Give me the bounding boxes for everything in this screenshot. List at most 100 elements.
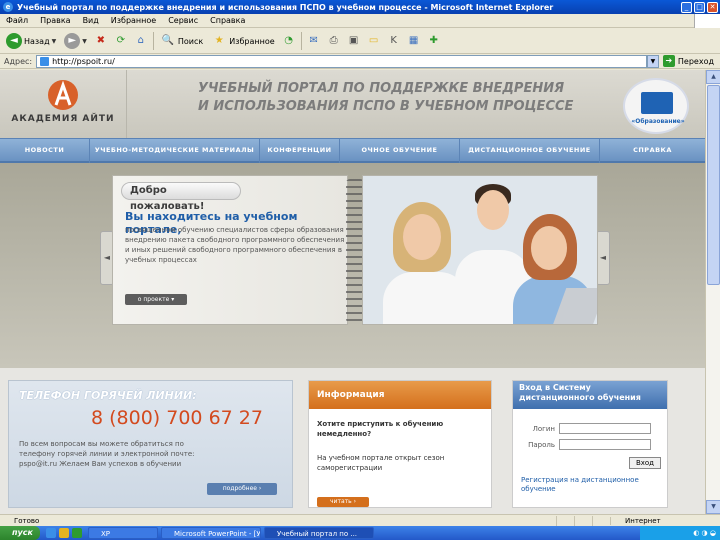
status-zone: Интернет: [610, 516, 720, 525]
back-label: Назад: [24, 36, 50, 46]
academy-logo[interactable]: АКАДЕМИЯ АЙТИ: [8, 74, 118, 134]
info-title: Информация: [309, 381, 491, 409]
login-input[interactable]: [559, 423, 651, 434]
more-button[interactable]: подробнее ›: [207, 483, 277, 495]
status-bar: Готово Интернет: [0, 514, 720, 526]
windows-logo: [694, 14, 720, 28]
menu-help[interactable]: Справка: [210, 16, 245, 25]
book-left-page: Добро пожаловать! Вы находитесь на учебн…: [112, 175, 348, 325]
hero-book: Добро пожаловать! Вы находитесь на учебн…: [112, 175, 598, 327]
address-label: Адрес:: [4, 56, 33, 66]
address-input[interactable]: http://pspoit.ru/: [36, 54, 647, 68]
main-nav: НОВОСТИ УЧЕБНО-МЕТОДИЧЕСКИЕ МАТЕРИАЛЫ КО…: [0, 137, 705, 163]
education-badge: «Образование»: [623, 78, 689, 134]
favorites-button[interactable]: ★ Избранное: [209, 31, 276, 51]
window-title: Учебный портал по поддержке внедрения и …: [17, 2, 554, 12]
register-link[interactable]: Регистрация на дистанционное обучение: [521, 476, 667, 494]
toolbar: ◄ Назад ▼ ► ▼ ✖ ⟳ ⌂ 🔍 Поиск ★ Избранное …: [0, 29, 720, 54]
nav-help[interactable]: СПРАВКА: [600, 138, 705, 163]
menu-view[interactable]: Вид: [83, 16, 99, 25]
site-header: АКАДЕМИЯ АЙТИ УЧЕБНЫЙ ПОРТАЛ ПО ПОДДЕРЖК…: [0, 70, 705, 138]
refresh-icon[interactable]: ⟳: [113, 33, 129, 49]
menu-file[interactable]: Файл: [6, 16, 28, 25]
edit-icon[interactable]: ▣: [346, 33, 362, 49]
star-icon: ★: [214, 35, 224, 46]
stop-icon[interactable]: ✖: [93, 33, 109, 49]
address-url: http://pspoit.ru/: [52, 56, 115, 66]
favorites-label: Избранное: [229, 36, 275, 46]
scroll-thumb[interactable]: [707, 85, 720, 285]
info-block: Информация Хотите приступить к обучению …: [308, 380, 492, 508]
task-portal[interactable]: Учебный портал по ...: [264, 527, 374, 539]
chevron-down-icon: ▼: [82, 37, 87, 45]
status-text: Готово: [14, 516, 40, 525]
minimize-button[interactable]: _: [681, 1, 692, 13]
ie-icon: e: [3, 2, 13, 12]
password-label: Пароль: [528, 440, 555, 449]
address-bar: Адрес: http://pspoit.ru/ ▼ ➔ Переход: [0, 54, 720, 69]
menu-edit[interactable]: Правка: [40, 16, 70, 25]
search-button[interactable]: 🔍 Поиск: [158, 31, 205, 51]
read-button-label: читать: [330, 498, 352, 505]
back-button[interactable]: ◄ Назад ▼: [4, 31, 58, 51]
scroll-down-button[interactable]: ▼: [706, 500, 720, 514]
history-icon[interactable]: ◔: [281, 33, 297, 49]
go-icon[interactable]: ➔: [662, 55, 675, 67]
search-label: Поиск: [177, 36, 204, 46]
taskbar: пуск ХР Microsoft PowerPoint - [У... Уче…: [0, 526, 720, 540]
chevron-down-icon: ▼: [51, 37, 57, 45]
desktop-quicklaunch-icon[interactable]: [72, 528, 82, 538]
ie-window: e Учебный портал по поддержке внедрения …: [0, 0, 720, 540]
messenger-icon[interactable]: K: [386, 33, 402, 49]
students-photo: [362, 175, 598, 325]
page-viewport: АКАДЕМИЯ АЙТИ УЧЕБНЫЙ ПОРТАЛ ПО ПОДДЕРЖК…: [0, 70, 705, 514]
slider-next-button[interactable]: ◄: [596, 231, 610, 285]
note-icon[interactable]: ▭: [366, 33, 382, 49]
read-button[interactable]: читать ›: [317, 497, 369, 507]
title-bar: e Учебный портал по поддержке внедрения …: [0, 0, 720, 14]
about-button-label: о проекте: [137, 296, 170, 303]
site-title-line1: УЧЕБНЫЙ ПОРТАЛ ПО ПОДДЕРЖКЕ ВНЕДРЕНИЯ: [198, 81, 565, 96]
mail-icon[interactable]: ✉: [306, 33, 322, 49]
nav-news[interactable]: НОВОСТИ: [0, 137, 90, 163]
menu-tools[interactable]: Сервис: [168, 16, 198, 25]
start-button[interactable]: пуск: [0, 526, 40, 540]
task-xp[interactable]: ХР: [88, 527, 158, 539]
login-title: Вход в Систему дистанционного обучения: [513, 381, 667, 409]
close-button[interactable]: ✕: [707, 1, 718, 13]
nav-distance[interactable]: ДИСТАНЦИОННОЕ ОБУЧЕНИЕ: [460, 137, 600, 163]
about-project-button[interactable]: о проекте ▾: [125, 294, 187, 305]
explorer-quicklaunch-icon[interactable]: [59, 528, 69, 538]
nav-fulltime[interactable]: ОЧНОЕ ОБУЧЕНИЕ: [340, 137, 460, 163]
maximize-button[interactable]: □: [694, 1, 705, 13]
hero-paragraph: посвященном обучению специалистов сферы …: [125, 226, 345, 264]
hero-banner: ◄ ◄ Добро пожаловать! Вы находитесь на у…: [0, 163, 705, 368]
academy-logo-icon: [48, 80, 78, 110]
logo-text: АКАДЕМИЯ АЙТИ: [11, 114, 115, 124]
site-title: УЧЕБНЫЙ ПОРТАЛ ПО ПОДДЕРЖКЕ ВНЕДРЕНИЯ И …: [198, 80, 598, 116]
back-arrow-icon: ◄: [6, 33, 22, 49]
login-enter-button[interactable]: Вход: [629, 457, 661, 469]
tools-icon[interactable]: ✚: [426, 33, 442, 49]
task-powerpoint[interactable]: Microsoft PowerPoint - [У...: [161, 527, 261, 539]
password-input[interactable]: [559, 439, 651, 450]
site-title-line2: И ИСПОЛЬЗОВАНИЯ ПСПО В УЧЕБНОМ ПРОЦЕССЕ: [198, 99, 574, 114]
nav-materials[interactable]: УЧЕБНО-МЕТОДИЧЕСКИЕ МАТЕРИАЛЫ: [90, 137, 260, 163]
nav-conferences[interactable]: КОНФЕРЕНЦИИ: [260, 137, 340, 163]
hotline-phone: 8 (800) 700 67 27: [91, 407, 263, 429]
menu-favorites[interactable]: Избранное: [111, 16, 156, 25]
ie-quicklaunch-icon[interactable]: [46, 528, 56, 538]
research-icon[interactable]: ▦: [406, 33, 422, 49]
login-block: Вход в Систему дистанционного обучения Л…: [512, 380, 668, 508]
system-tray: ◐ ◑ ◒: [640, 526, 720, 540]
hotline-text: По всем вопросам вы можете обратиться по…: [19, 440, 195, 468]
home-icon[interactable]: ⌂: [133, 33, 149, 49]
vertical-scrollbar[interactable]: ▲ ▼: [705, 70, 720, 514]
print-icon[interactable]: ⎙: [326, 33, 342, 49]
welcome-label: Добро пожаловать!: [121, 182, 241, 212]
scroll-up-button[interactable]: ▲: [706, 70, 720, 84]
badge-text: «Образование»: [631, 118, 685, 125]
go-button-label[interactable]: Переход: [678, 57, 714, 66]
forward-button[interactable]: ► ▼: [62, 31, 89, 51]
address-dropdown[interactable]: ▼: [646, 54, 659, 68]
